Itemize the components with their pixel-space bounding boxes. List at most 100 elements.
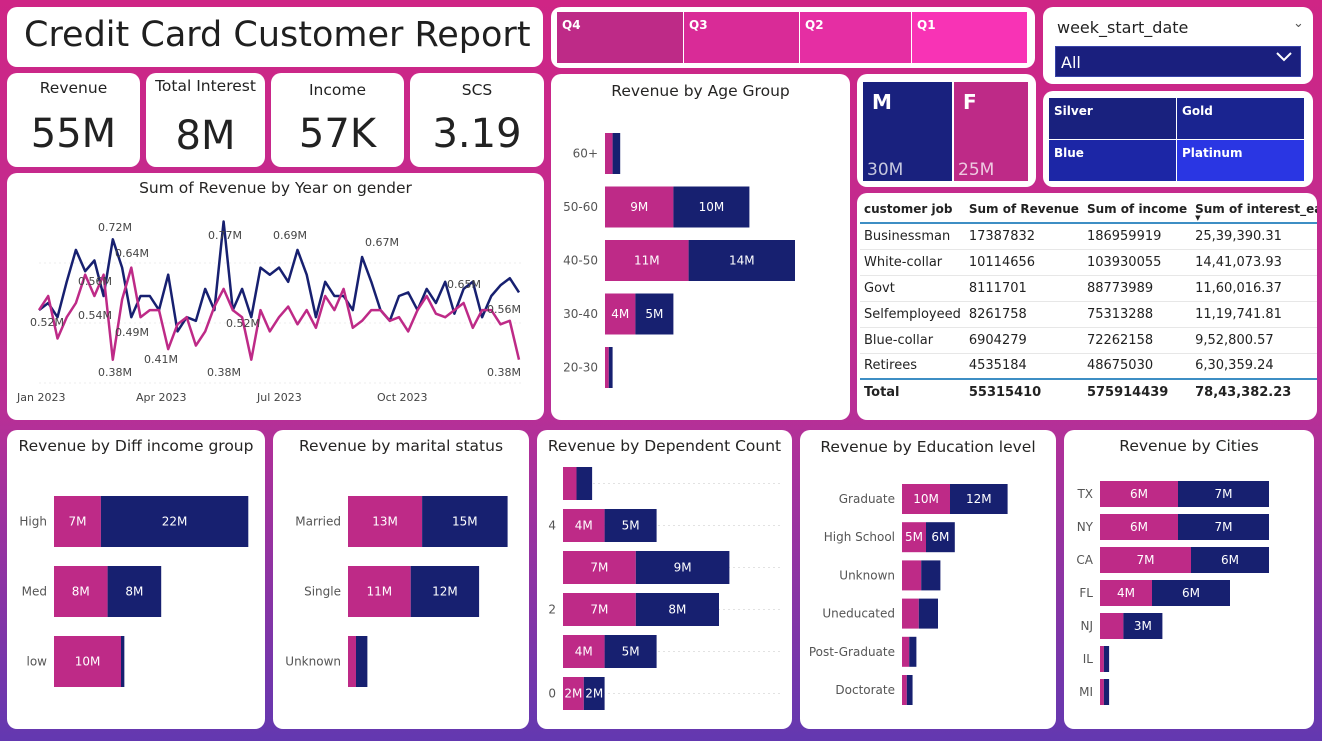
card-tile-platinum[interactable]: Platinum — [1177, 140, 1304, 181]
quarter-tile-q3[interactable]: Q3 — [684, 12, 800, 63]
table-cell: 14,41,073.93 — [1191, 249, 1317, 276]
data-label: 6M — [931, 530, 949, 544]
data-label: 4M — [611, 307, 629, 321]
data-label: 8M — [668, 603, 686, 617]
kpi-interest-card: Total Interest 8M — [146, 73, 265, 167]
bar-segment[interactable] — [906, 675, 913, 705]
column-header[interactable]: Sum of income — [1082, 195, 1192, 224]
data-label: 4M — [1117, 586, 1135, 600]
gender-tile-male[interactable]: M 30M — [863, 82, 952, 181]
column-header[interactable]: customer job — [860, 195, 965, 224]
data-label: 12M — [966, 492, 992, 506]
bar-segment[interactable] — [902, 675, 907, 705]
bar-segment[interactable] — [348, 636, 356, 687]
column-header-sorted[interactable]: Sum of interest_earned▼ — [1191, 195, 1317, 224]
data-label: 6M — [1182, 586, 1200, 600]
table-cell: 11,60,016.37 — [1191, 275, 1317, 302]
category-label: NY — [1077, 520, 1094, 534]
bar-segment[interactable] — [612, 133, 621, 174]
table-cell: Businessman — [860, 223, 965, 250]
data-label: 0.49M — [115, 326, 149, 339]
data-label: 12M — [432, 585, 458, 599]
data-label: 7M — [590, 561, 608, 575]
x-tick-label: Jan 2023 — [16, 391, 65, 404]
bar-segment[interactable] — [1103, 646, 1110, 672]
week-start-date-slicer: week_start_date ⌄ All — [1043, 7, 1313, 84]
data-label: 10M — [75, 655, 101, 669]
bar-segment[interactable] — [902, 598, 919, 629]
x-tick-label: Apr 2023 — [136, 391, 187, 404]
bar-segment[interactable] — [605, 347, 609, 388]
data-label: 9M — [630, 200, 648, 214]
bar-segment[interactable] — [355, 636, 368, 687]
category-label: Post-Graduate — [809, 645, 895, 659]
chevron-down-icon[interactable]: ⌄ — [1293, 16, 1304, 31]
data-label: 0.38M — [207, 366, 241, 379]
bar-segment[interactable] — [1100, 679, 1104, 705]
data-label: 7M — [1215, 487, 1233, 501]
title-card: Credit Card Customer Report — [7, 7, 543, 67]
data-label: 0.56M — [78, 275, 112, 288]
kpi-label: Income — [308, 81, 367, 99]
card-tile-silver[interactable]: Silver — [1049, 98, 1176, 139]
column-header[interactable]: Sum of Revenue — [964, 195, 1083, 224]
bar-segment[interactable] — [902, 636, 910, 667]
data-label: 6M — [1130, 520, 1148, 534]
table-cell: 10114656 — [964, 249, 1083, 276]
kpi-value: 55M — [30, 111, 117, 157]
quarter-tile-q1[interactable]: Q1 — [912, 12, 1027, 63]
category-label: High — [19, 515, 47, 529]
table-row: Blue-collar 6904279 72262158 9,52,800.57 — [860, 327, 1317, 354]
bar-segment[interactable] — [1100, 646, 1104, 672]
table-cell: 575914439 — [1082, 378, 1192, 405]
table-row: Govt 8111701 88773989 11,60,016.37 — [860, 275, 1317, 302]
bar-segment[interactable] — [1100, 613, 1124, 639]
bar-segment[interactable] — [909, 636, 917, 667]
data-label: 8M — [125, 585, 143, 599]
page-title: Credit Card Customer Report — [24, 15, 531, 55]
card-label: Blue — [1054, 146, 1084, 160]
bar-segment[interactable] — [918, 598, 938, 629]
data-label: 0.64M — [115, 247, 149, 260]
table-cell: 25,39,390.31 — [1191, 223, 1317, 250]
age-group-bar-chart: 60+ 50-60 9M 10M 40-50 11M 14M 30-40 4M 5M 20-30 — [563, 133, 795, 388]
category-label: 20-30 — [563, 361, 598, 375]
data-label: 10M — [699, 200, 725, 214]
category-label: 60+ — [573, 147, 598, 161]
card-label: Silver — [1054, 104, 1093, 118]
card-tile-gold[interactable]: Gold — [1177, 98, 1304, 139]
bar-segment[interactable] — [608, 347, 613, 388]
customer-job-table-card: customer job Sum of Revenue Sum of incom… — [857, 193, 1317, 420]
slicer-dropdown[interactable]: All — [1055, 46, 1301, 77]
data-label: 7M — [1137, 553, 1155, 567]
bar-segment[interactable] — [576, 467, 593, 500]
card-tile-blue[interactable]: Blue — [1049, 140, 1176, 181]
data-label: 6M — [1130, 487, 1148, 501]
bar-segment[interactable] — [1103, 679, 1110, 705]
data-label: 0.77M — [208, 229, 242, 242]
gender-label: M — [872, 90, 892, 114]
gender-tile-female[interactable]: F 25M — [954, 82, 1028, 181]
cities-bar-chart: TX 6M 7M NY 6M 7M CA 7M 6M FL 4M 6M NJ 3M IL MI — [1076, 481, 1269, 705]
category-label: MI — [1079, 685, 1093, 699]
kpi-income-card: Income 57K — [271, 73, 404, 167]
bar-segment[interactable] — [605, 133, 613, 174]
data-label: 4M — [575, 519, 593, 533]
data-label: 0.52M — [226, 317, 260, 330]
kpi-revenue-card: Revenue 55M — [7, 73, 140, 167]
gender-label: F — [963, 90, 977, 114]
quarter-tile-q2[interactable]: Q2 — [800, 12, 912, 63]
bar-segment[interactable] — [121, 636, 125, 687]
bar-segment[interactable] — [921, 560, 941, 591]
bar-segment[interactable] — [563, 467, 577, 500]
revenue-by-cities-card: Revenue by Cities TX 6M 7M NY 6M 7M CA 7M 6M FL 4M… — [1064, 430, 1314, 729]
table-row: White-collar 10114656 103930055 14,41,073.9… — [860, 249, 1317, 276]
card-label: Gold — [1182, 104, 1213, 118]
data-label: 0.54M — [78, 309, 112, 322]
category-label: Uneducated — [822, 607, 895, 621]
bar-segment[interactable] — [902, 560, 922, 591]
table-cell: Selfemployeed — [860, 301, 965, 328]
data-label: 5M — [645, 307, 663, 321]
quarter-tile-q4[interactable]: Q4 — [557, 12, 684, 63]
column-header-label: Sum of interest_earned — [1195, 201, 1317, 216]
